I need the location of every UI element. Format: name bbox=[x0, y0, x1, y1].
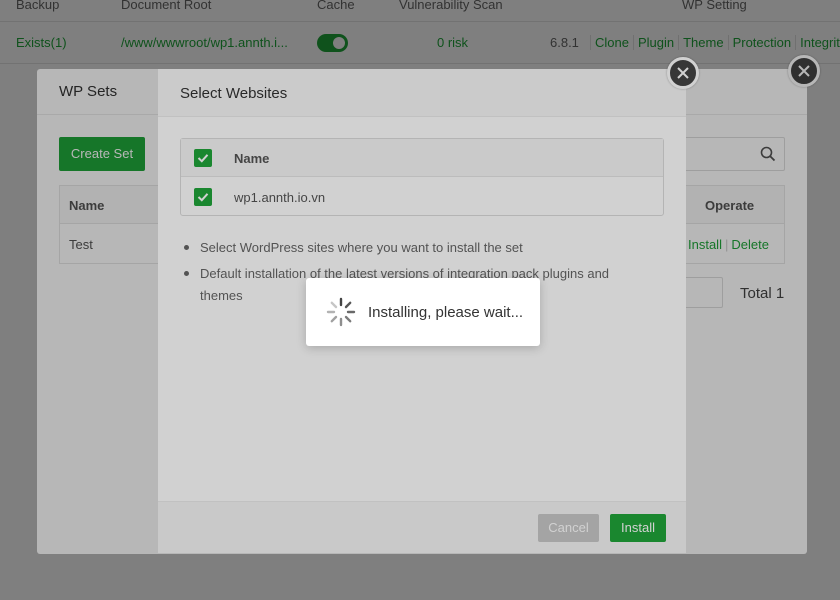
spinner-icon bbox=[326, 297, 356, 330]
loading-dialog: Installing, please wait... bbox=[306, 278, 540, 346]
loading-text: Installing, please wait... bbox=[368, 304, 524, 321]
